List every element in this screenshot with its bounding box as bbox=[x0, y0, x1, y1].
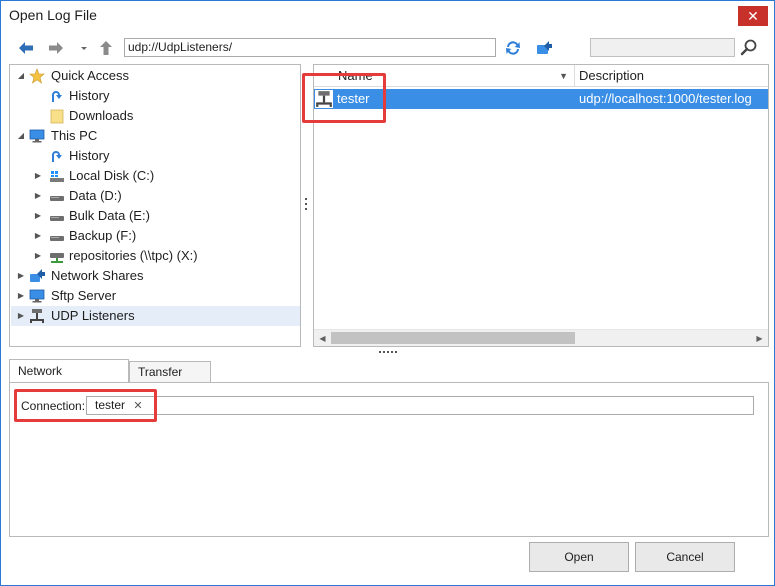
tree-item-label: repositories (\\tpc) (X:) bbox=[69, 248, 198, 263]
tree-item-network-shares[interactable]: ▶ Network Shares bbox=[11, 266, 300, 286]
tree-item-label: Network Shares bbox=[51, 268, 144, 283]
drive-icon bbox=[50, 216, 64, 221]
expand-arrow-icon[interactable]: ▶ bbox=[16, 306, 26, 326]
drive-icon bbox=[50, 196, 64, 201]
vertical-splitter-grip[interactable] bbox=[304, 196, 308, 214]
tree-item-sftp-server[interactable]: ▶ Sftp Server bbox=[11, 286, 300, 306]
collapse-arrow-icon[interactable]: ◢ bbox=[16, 126, 26, 146]
tree-item-backup-f[interactable]: ▶ Backup (F:) bbox=[11, 226, 300, 246]
connection-input[interactable]: tester ✕ bbox=[86, 396, 754, 415]
tree-item-label: History bbox=[69, 88, 110, 103]
tree-item-this-pc[interactable]: ◢ This PC bbox=[11, 126, 300, 146]
folder-icon bbox=[50, 109, 64, 124]
history-icon bbox=[52, 91, 62, 102]
drive-icon bbox=[50, 236, 64, 241]
tree-item-label: Backup (F:) bbox=[69, 228, 137, 243]
window-title: Open Log File bbox=[9, 7, 97, 23]
navigation-tree: ◢ Quick Access History Downloads ◢ This … bbox=[9, 64, 301, 347]
tab-transfer-log[interactable]: Transfer Log bbox=[129, 361, 211, 399]
tree-item-history[interactable]: History bbox=[11, 146, 300, 166]
forward-arrow-icon[interactable] bbox=[47, 39, 65, 57]
expand-arrow-icon[interactable]: ▶ bbox=[16, 286, 26, 306]
close-icon: ✕ bbox=[747, 8, 759, 24]
network-drive-icon bbox=[50, 253, 64, 263]
tree-item-label: This PC bbox=[51, 128, 98, 143]
tree-item-bulk-data-e[interactable]: ▶ Bulk Data (E:) bbox=[11, 206, 300, 226]
tree-item-label: Local Disk (C:) bbox=[69, 168, 155, 183]
tree-item-downloads[interactable]: Downloads bbox=[11, 106, 300, 126]
scrollbar-thumb[interactable] bbox=[331, 332, 575, 344]
computer-icon bbox=[29, 129, 45, 143]
tree-item-label: Data (D:) bbox=[69, 188, 122, 203]
highlight-box-connection bbox=[14, 389, 157, 422]
tree-item-label: History bbox=[69, 148, 110, 163]
refresh-icon[interactable] bbox=[504, 39, 522, 57]
expand-arrow-icon[interactable]: ▶ bbox=[33, 206, 43, 226]
highlight-box-tester bbox=[302, 73, 386, 123]
open-button[interactable]: Open bbox=[529, 542, 629, 572]
scroll-right-icon[interactable]: ▶ bbox=[751, 330, 768, 347]
tab-bar: Network Connection Transfer Log bbox=[9, 359, 769, 400]
up-arrow-icon[interactable] bbox=[97, 39, 115, 57]
tab-network-connection[interactable]: Network Connection bbox=[9, 359, 129, 400]
star-icon bbox=[29, 68, 45, 84]
list-item-description: udp://localhost:1000/tester.log bbox=[579, 91, 752, 106]
column-header-description[interactable]: Description bbox=[575, 65, 768, 87]
tree-item-history[interactable]: History bbox=[11, 86, 300, 106]
address-bar-input[interactable]: udp://UdpListeners/ bbox=[124, 38, 496, 57]
expand-arrow-icon[interactable]: ▶ bbox=[33, 246, 43, 266]
tree-item-repositories-x[interactable]: ▶ repositories (\\tpc) (X:) bbox=[11, 246, 300, 266]
tree-item-label: Quick Access bbox=[51, 68, 130, 83]
cancel-button[interactable]: Cancel bbox=[635, 542, 735, 572]
horizontal-scrollbar[interactable]: ◀ ▶ bbox=[314, 329, 768, 346]
expand-arrow-icon[interactable]: ▶ bbox=[33, 186, 43, 206]
close-button[interactable]: ✕ bbox=[738, 6, 768, 26]
tree-item-udp-listeners[interactable]: ▶ UDP Listeners bbox=[11, 306, 300, 326]
title-bar: Open Log File ✕ bbox=[1, 1, 774, 32]
history-icon bbox=[52, 151, 62, 162]
expand-arrow-icon[interactable]: ▶ bbox=[33, 226, 43, 246]
tree-item-data-d[interactable]: ▶ Data (D:) bbox=[11, 186, 300, 206]
search-icon[interactable] bbox=[740, 38, 758, 56]
search-input[interactable] bbox=[590, 38, 735, 57]
network-share-icon bbox=[30, 269, 45, 282]
tree-item-label: Sftp Server bbox=[51, 288, 117, 303]
network-share-icon[interactable] bbox=[535, 39, 553, 57]
scroll-left-icon[interactable]: ◀ bbox=[314, 330, 331, 347]
udp-listener-icon bbox=[30, 309, 44, 323]
history-dropdown-icon[interactable] bbox=[75, 39, 93, 57]
back-arrow-icon[interactable] bbox=[17, 39, 35, 57]
tree-item-label: Downloads bbox=[69, 108, 134, 123]
sort-dropdown-icon[interactable]: ▼ bbox=[559, 65, 568, 87]
column-header-label: Description bbox=[579, 68, 645, 83]
collapse-arrow-icon[interactable]: ◢ bbox=[16, 66, 26, 86]
monitor-icon bbox=[29, 289, 45, 303]
tree-item-quick-access[interactable]: ◢ Quick Access bbox=[11, 66, 300, 86]
expand-arrow-icon[interactable]: ▶ bbox=[33, 166, 43, 186]
open-log-file-dialog: Open Log File ✕ udp://UdpListeners/ ◢ Qu… bbox=[0, 0, 775, 586]
tree-item-label: Bulk Data (E:) bbox=[69, 208, 150, 223]
tree-item-label: UDP Listeners bbox=[51, 308, 135, 323]
expand-arrow-icon[interactable]: ▶ bbox=[16, 266, 26, 286]
windows-drive-icon bbox=[50, 171, 64, 182]
horizontal-splitter-grip[interactable] bbox=[379, 350, 399, 354]
toolbar: udp://UdpListeners/ bbox=[1, 35, 774, 61]
tree-item-local-disk-c[interactable]: ▶ Local Disk (C:) bbox=[11, 166, 300, 186]
